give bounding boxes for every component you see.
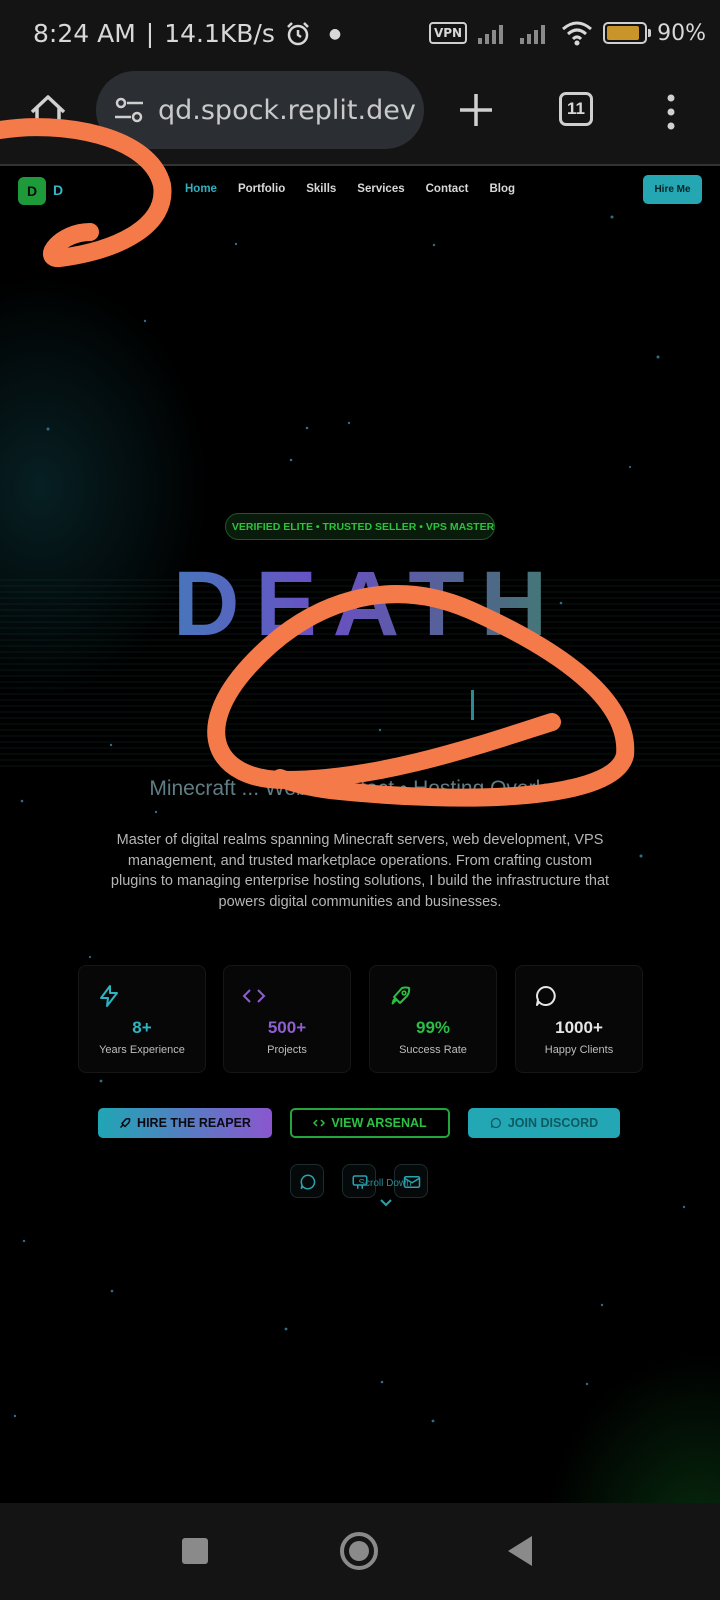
more-menu-icon[interactable] xyxy=(661,92,681,132)
lightning-icon xyxy=(100,985,118,1007)
join-discord-button[interactable]: JOIN DISCORD xyxy=(468,1108,620,1138)
nav-link-portfolio[interactable]: Portfolio xyxy=(238,183,285,195)
verified-badge: VERIFIED ELITE • TRUSTED SELLER • VPS MA… xyxy=(225,513,495,540)
stat-value: 500+ xyxy=(267,1018,307,1037)
status-net-speed: 14.1KB/s xyxy=(164,19,275,48)
battery-level xyxy=(607,26,640,40)
status-right: VPN 90% xyxy=(428,20,706,46)
discord-link[interactable] xyxy=(290,1164,324,1198)
signal-icon xyxy=(520,25,546,44)
stat-label: Success Rate xyxy=(399,1044,467,1056)
stat-card-experience: 8+ Years Experience xyxy=(78,965,206,1073)
stat-card-success: 99% Success Rate xyxy=(369,965,497,1073)
nav-link-services[interactable]: Services xyxy=(357,183,404,195)
chevron-down-icon[interactable] xyxy=(379,1198,393,1208)
code-icon xyxy=(313,1119,326,1127)
view-arsenal-label[interactable]: VIEW ARSENAL xyxy=(331,1116,426,1130)
stat-value: 99% xyxy=(415,1018,451,1037)
hero-description: Master of digital realms spanning Minecr… xyxy=(110,832,610,910)
alarm-icon xyxy=(286,21,309,45)
browser-toolbar: qd.spock.replit.dev 11 xyxy=(0,68,720,166)
hero-subtitle: Minecraft ... Web Architect • Hosting Ov… xyxy=(149,777,571,800)
logo-text[interactable]: D xyxy=(53,182,63,198)
typing-caret xyxy=(471,690,474,720)
logo-mark[interactable]: D xyxy=(18,177,46,205)
badge-text: VERIFIED ELITE • TRUSTED SELLER • VPS MA… xyxy=(231,520,495,533)
rocket-icon xyxy=(120,1118,131,1129)
rocket-icon xyxy=(391,986,411,1005)
battery-percent: 90% xyxy=(657,20,706,46)
status-separator: | xyxy=(145,19,155,48)
scroll-down-label[interactable]: Scroll Down xyxy=(340,1178,430,1189)
nav-link-skills[interactable]: Skills xyxy=(306,183,336,195)
chat-icon xyxy=(490,1117,501,1129)
stat-card-projects: 500+ Projects xyxy=(223,965,351,1073)
nav-link-contact[interactable]: Contact xyxy=(426,183,469,195)
stat-card-clients: 1000+ Happy Clients xyxy=(515,965,643,1073)
wifi-icon xyxy=(562,21,593,46)
home-button[interactable] xyxy=(340,1532,378,1570)
stat-value: 1000+ xyxy=(555,1018,603,1037)
vpn-badge: VPN xyxy=(428,22,468,44)
recent-apps-button[interactable] xyxy=(182,1538,208,1564)
signal-icon xyxy=(478,25,504,44)
code-icon xyxy=(242,989,266,1003)
stat-value: 8+ xyxy=(132,1018,152,1037)
site-navbar: D D Home Portfolio Skills Services Conta… xyxy=(0,167,720,217)
nav-link-home[interactable]: Home xyxy=(185,183,217,195)
nav-link-blog[interactable]: Blog xyxy=(489,183,515,195)
address-bar[interactable]: qd.spock.replit.dev xyxy=(96,71,424,149)
new-tab-icon[interactable] xyxy=(456,90,496,130)
stat-label: Happy Clients xyxy=(544,1044,614,1056)
web-page: D D Home Portfolio Skills Services Conta… xyxy=(0,167,720,1503)
home-icon[interactable] xyxy=(28,92,68,132)
hire-the-reaper-label[interactable]: HIRE THE REAPER xyxy=(137,1116,251,1130)
stat-label: Projects xyxy=(267,1044,307,1056)
status-left: 8:24 AM | 14.1KB/s ● xyxy=(33,19,341,48)
discord-icon xyxy=(300,1174,316,1190)
status-time: 8:24 AM xyxy=(33,19,136,48)
join-discord-label[interactable]: JOIN DISCORD xyxy=(508,1116,598,1130)
hire-the-reaper-button[interactable]: HIRE THE REAPER xyxy=(98,1108,272,1138)
notification-dot: ● xyxy=(328,25,342,42)
nav-links: Home Portfolio Skills Services Contact B… xyxy=(185,183,536,195)
hire-me-button[interactable]: Hire Me xyxy=(643,175,702,204)
system-nav-bar xyxy=(0,1503,720,1600)
url-text[interactable]: qd.spock.replit.dev xyxy=(158,95,416,126)
hero-title: DEATH xyxy=(0,552,720,657)
battery-icon xyxy=(603,22,652,44)
stats-row: 8+ Years Experience 500+ Projects 99% Su… xyxy=(78,965,643,1073)
tab-switcher-icon[interactable]: 11 xyxy=(559,92,593,126)
site-settings-icon[interactable] xyxy=(112,93,146,127)
status-bar: 8:24 AM | 14.1KB/s ● VPN 90% xyxy=(0,0,720,68)
back-button[interactable] xyxy=(508,1536,532,1566)
view-arsenal-button[interactable]: VIEW ARSENAL xyxy=(290,1108,450,1138)
stat-label: Years Experience xyxy=(99,1044,185,1056)
cta-row: HIRE THE REAPER VIEW ARSENAL JOIN DISCOR… xyxy=(98,1108,622,1138)
chat-icon xyxy=(536,986,556,1006)
